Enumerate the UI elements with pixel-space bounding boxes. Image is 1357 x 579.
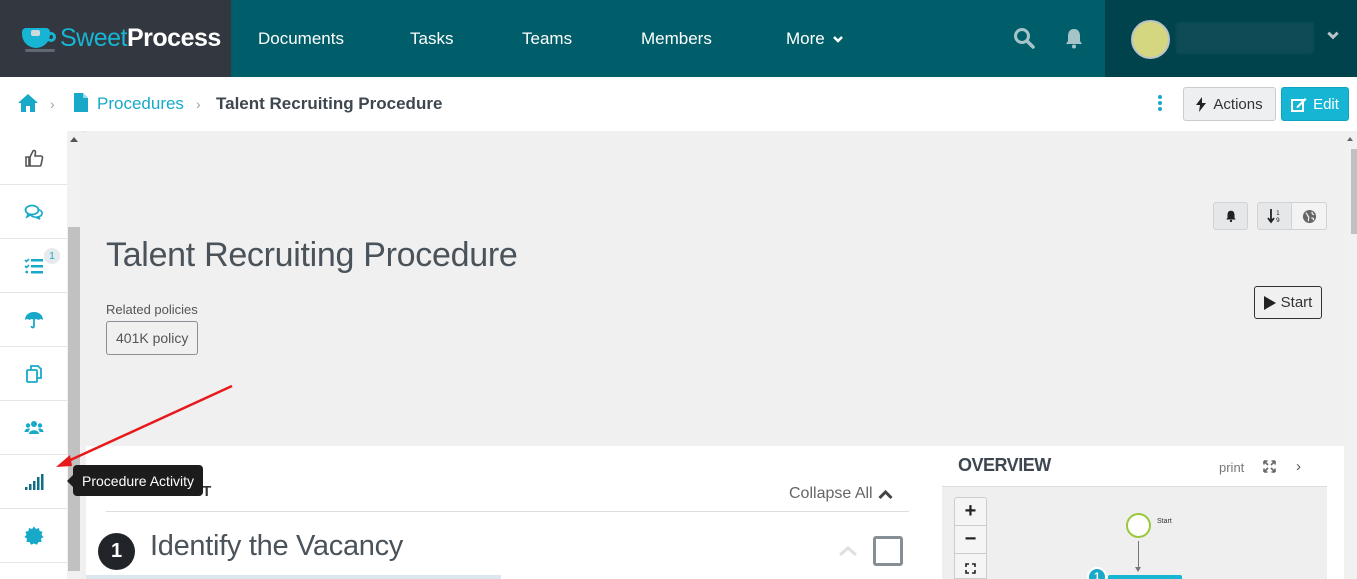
rail-scrollbar-thumb[interactable] [68,227,80,571]
rail-scrollbar[interactable] [67,131,81,579]
document-icon [74,93,88,112]
page-title: Talent Recruiting Procedure [106,236,518,274]
rail-item-approvals[interactable] [0,131,67,185]
svg-text:1: 1 [1276,210,1280,217]
bolt-icon [1196,96,1207,112]
globe-button[interactable] [1291,202,1327,230]
breadcrumb-procedures[interactable]: Procedures [97,94,184,114]
page-scrollbar[interactable] [1344,131,1357,579]
more-options-icon[interactable] [1157,95,1163,113]
coffee-cup-icon [22,26,56,52]
breadcrumb-current: Talent Recruiting Procedure [216,94,443,113]
print-link[interactable]: print [1219,460,1244,475]
collapse-all-label: Collapse All [789,485,873,502]
brand-name: SweetProcess [60,24,221,52]
edit-icon [1291,97,1307,112]
tasks-badge: 1 [44,248,60,264]
flow-start-label: Start [1157,518,1172,525]
rail-item-policies[interactable] [0,293,67,347]
rail-item-copies[interactable] [0,347,67,401]
umbrella-icon [24,311,43,328]
nav-teams[interactable]: Teams [522,0,572,77]
top-nav: SweetProcess Documents Tasks Teams Membe… [0,0,1357,77]
rail-item-members[interactable] [0,401,67,455]
notify-button[interactable] [1213,202,1248,230]
tooltip: Procedure Activity [66,465,204,496]
chevron-down-icon[interactable] [1326,28,1340,42]
chevron-down-icon [832,35,843,43]
breadcrumb-separator: › [50,96,55,112]
copy-icon [25,364,42,383]
sort-numeric-button[interactable]: 19 [1257,202,1292,230]
avatar[interactable] [1131,20,1170,59]
zoom-in-button[interactable]: + [955,498,986,526]
breadcrumb-separator: › [196,96,201,112]
certificate-icon [24,526,43,545]
divider [106,511,909,512]
step-checkbox[interactable] [873,536,903,566]
username-redacted [1176,22,1314,54]
globe-icon [1302,209,1316,223]
start-label: Start [1280,294,1313,311]
rail-item-comments[interactable] [0,185,67,239]
procedure-header [86,131,1344,446]
edit-label: Edit [1313,95,1339,113]
horizontal-scrollbar[interactable] [86,575,501,579]
actions-button[interactable]: Actions [1183,87,1276,121]
nav-members[interactable]: Members [641,0,712,77]
nav-more-label: More [786,28,825,48]
tasks-icon [23,257,43,273]
home-icon[interactable] [17,93,39,113]
page-scrollbar-thumb[interactable] [1351,149,1357,234]
play-icon [1263,295,1276,310]
fit-screen-icon [965,562,976,574]
overview-title: OVERVIEW [958,455,1051,475]
brand-logo[interactable]: SweetProcess [0,0,231,77]
zoom-out-button[interactable]: − [955,526,986,554]
chevron-up-icon[interactable] [838,545,858,557]
thumbs-up-icon [24,149,43,167]
flow-step-node[interactable] [1108,575,1182,579]
side-rail: 1 [0,131,67,579]
bell-icon [1225,210,1236,223]
diagram-zoom-controls: + − [954,497,987,579]
rail-item-certificate[interactable] [0,509,67,563]
chevron-right-icon[interactable]: › [1296,458,1301,475]
sort-numeric-icon: 19 [1266,209,1280,224]
comments-icon [24,204,43,220]
chevron-up-icon [878,489,893,499]
nav-more[interactable]: More [786,0,844,77]
users-icon [24,420,43,434]
related-policies-label: Related policies [106,302,198,317]
flow-start-node[interactable] [1126,513,1151,538]
breadcrumb: › Procedures › Talent Recruiting Procedu… [0,77,1357,131]
flow-connector [1138,541,1139,569]
svg-text:9: 9 [1276,217,1280,224]
start-button[interactable]: Start [1254,286,1322,319]
nav-tasks[interactable]: Tasks [410,0,453,77]
search-icon[interactable] [1012,26,1036,50]
rail-item-procedure-activity[interactable] [0,455,67,509]
rail-item-tasks[interactable]: 1 [0,239,67,293]
signal-icon [24,473,43,490]
flow-arrowhead [1135,567,1141,572]
policy-tag[interactable]: 401K policy [106,321,199,355]
step-title[interactable]: Identify the Vacancy [150,530,403,563]
actions-label: Actions [1213,95,1263,113]
collapse-all-button[interactable]: Collapse All [789,485,893,503]
nav-documents[interactable]: Documents [258,0,344,77]
edit-button[interactable]: Edit [1281,87,1349,121]
step-number: 1 [98,533,135,570]
fit-screen-button[interactable] [955,554,986,579]
expand-icon[interactable] [1263,460,1276,473]
bell-icon[interactable] [1062,26,1086,50]
